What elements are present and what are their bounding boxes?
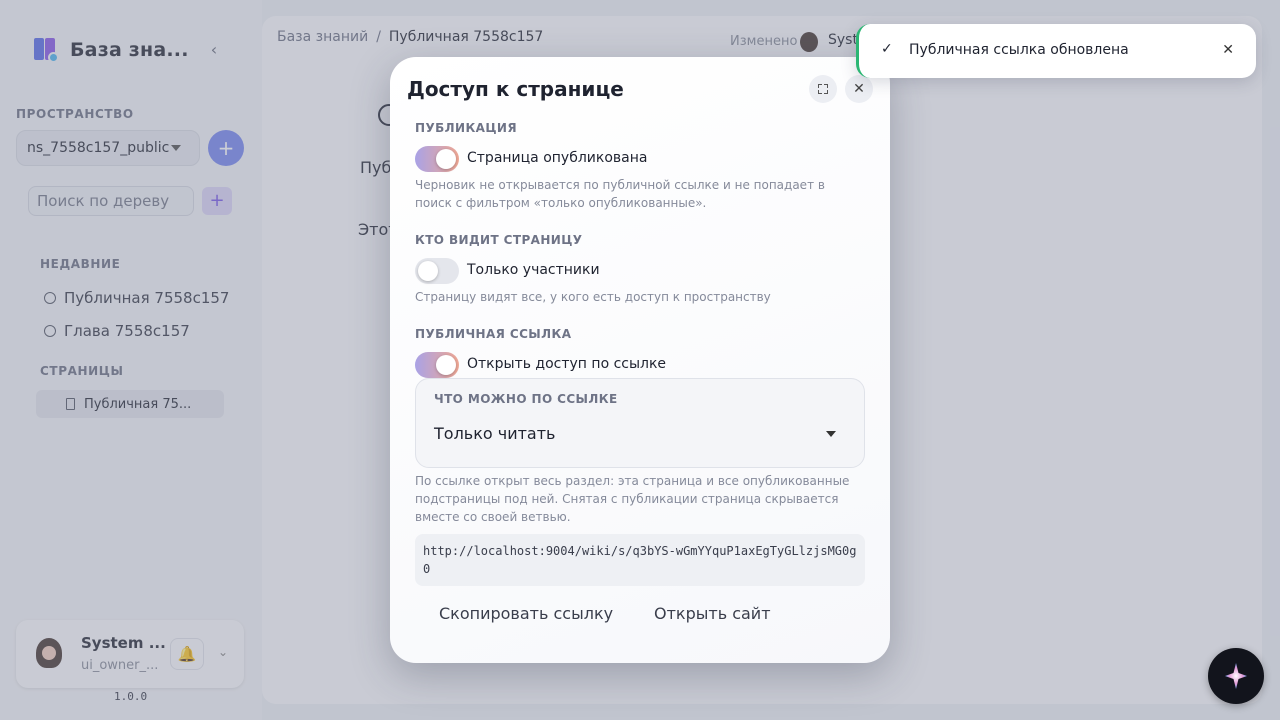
expand-button[interactable] — [809, 75, 837, 103]
published-toggle-label: Страница опубликована — [467, 150, 648, 166]
close-icon: ✕ — [853, 81, 865, 97]
members-only-toggle-label: Только участники — [467, 262, 600, 278]
page-access-dialog: Доступ к странице ✕ ПУБЛИКАЦИЯ Страница … — [390, 57, 890, 663]
visibility-section-label: КТО ВИДИТ СТРАНИЦУ — [415, 233, 583, 247]
copy-link-button[interactable]: Скопировать ссылку — [425, 594, 627, 634]
link-permission-select[interactable]: ЧТО МОЖНО ПО ССЫЛКЕ Только читать — [415, 378, 865, 468]
published-toggle[interactable] — [415, 146, 459, 172]
dialog-title: Доступ к странице — [407, 77, 624, 101]
publish-hint: Черновик не открывается по публичной ссы… — [415, 178, 825, 210]
public-link-url[interactable]: http://localhost:9004/wiki/s/q3bYS-wGmYY… — [415, 534, 865, 586]
chevron-down-icon — [826, 431, 836, 437]
link-permission-value: Только читать — [434, 424, 556, 443]
toast-notification: ✓ Публичная ссылка обновлена ✕ — [856, 24, 1256, 78]
sparkle-icon — [1225, 663, 1247, 689]
publish-section-label: ПУБЛИКАЦИЯ — [415, 121, 517, 135]
public-link-hint: По ссылке открыт весь раздел: эта страни… — [415, 474, 850, 524]
expand-icon — [818, 84, 828, 94]
public-link-toggle-label: Открыть доступ по ссылке — [467, 356, 667, 372]
public-link-toggle[interactable] — [415, 352, 459, 378]
members-only-toggle[interactable] — [415, 258, 459, 284]
open-site-button[interactable]: Открыть сайт — [640, 594, 785, 634]
toast-message: Публичная ссылка обновлена — [909, 42, 1129, 58]
public-link-section-label: ПУБЛИЧНАЯ ССЫЛКА — [415, 327, 572, 341]
check-icon: ✓ — [881, 41, 893, 57]
assistant-button[interactable] — [1208, 648, 1264, 704]
close-icon[interactable]: ✕ — [1222, 42, 1234, 58]
link-permission-label: ЧТО МОЖНО ПО ССЫЛКЕ — [434, 392, 618, 406]
close-dialog-button[interactable]: ✕ — [845, 75, 873, 103]
visibility-hint: Страницу видят все, у кого есть доступ к… — [415, 290, 771, 304]
